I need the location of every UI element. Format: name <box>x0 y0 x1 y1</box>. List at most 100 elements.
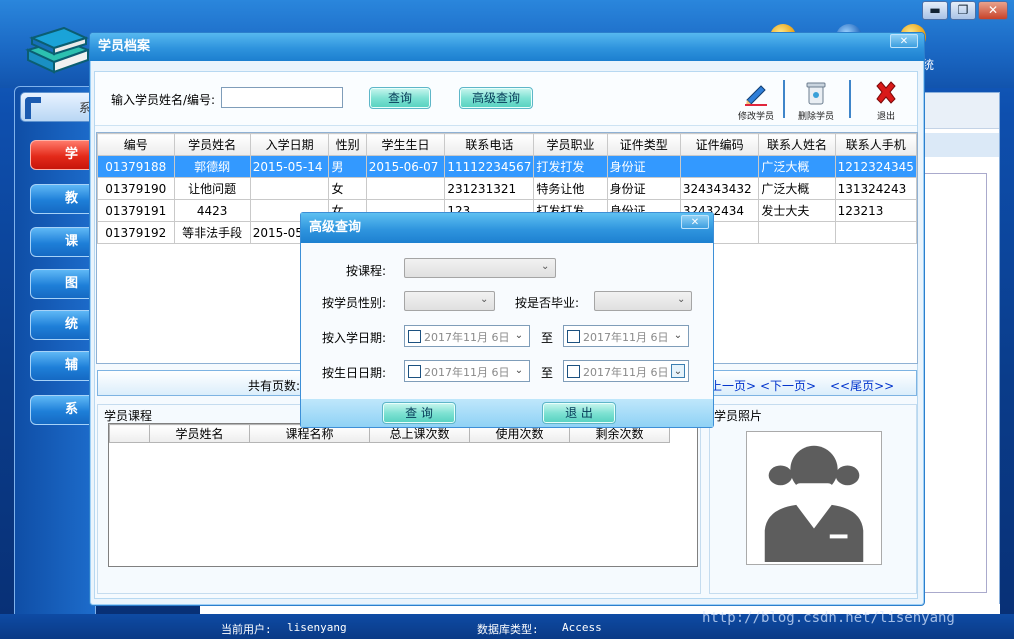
enroll-to-value: 2017年11月 6日 <box>583 331 669 344</box>
chevron-down-icon: ⌄ <box>541 261 550 272</box>
column-header[interactable]: 学生生日 <box>365 133 446 156</box>
nav-item-student[interactable]: 学 <box>30 140 96 170</box>
avatar-placeholder-icon <box>764 445 864 563</box>
chevron-down-icon: ⌄ <box>677 294 686 305</box>
enroll-date-from[interactable]: 2017年11月 6日 ⌄ <box>404 325 530 347</box>
column-header[interactable]: 证件编码 <box>679 133 760 156</box>
watermark-url: http://blog.csdn.net/lisenyang <box>702 610 955 626</box>
birth-date-to[interactable]: 2017年11月 6日 ⌄ <box>563 360 689 382</box>
chevron-down-icon[interactable]: ⌄ <box>671 329 685 343</box>
table-cell: 01379190 <box>97 177 175 200</box>
birth-from-checkbox[interactable] <box>408 365 421 378</box>
status-db-value: Access <box>562 621 602 634</box>
status-user-label: 当前用户: <box>221 623 272 636</box>
course-column-header[interactable] <box>109 424 150 443</box>
table-cell: 广泛大概 <box>758 155 836 178</box>
column-header[interactable]: 证件类型 <box>606 133 681 156</box>
adv-dialog-title: 高级查询 <box>309 220 362 235</box>
column-header[interactable]: 入学日期 <box>249 133 330 156</box>
chevron-down-icon[interactable]: ⌄ <box>512 329 526 343</box>
course-panel-label: 学员课程 <box>104 409 153 423</box>
trash-icon <box>806 82 826 105</box>
edit-student-button[interactable]: 修改学员 <box>729 78 783 122</box>
table-cell: 广泛大概 <box>758 177 836 200</box>
table-cell: 1212324345 <box>834 155 917 178</box>
enroll-to-label: 至 <box>541 331 554 345</box>
table-cell: 身份证 <box>606 177 681 200</box>
nav-item-system[interactable]: 系 <box>30 395 96 425</box>
toolbar-separator <box>849 80 851 118</box>
delete-student-button[interactable]: 删除学员 <box>789 78 843 122</box>
adv-dialog-close-button[interactable]: ✕ <box>681 215 709 229</box>
close-window-button[interactable]: ✕ <box>978 1 1008 20</box>
table-header-row: 编号 学员姓名 入学日期 性别 学生生日 联系电话 学员职业 证件类型 证件编码 联系人姓名 联系人… <box>97 133 917 156</box>
enroll-from-checkbox[interactable] <box>408 330 421 343</box>
column-header[interactable]: 学员姓名 <box>173 133 251 156</box>
table-cell: 打发打发 <box>533 155 608 178</box>
graduated-select[interactable]: ⌄ <box>594 291 692 311</box>
archive-close-button[interactable]: ✕ <box>890 34 918 48</box>
column-header[interactable]: 联系人手机 <box>834 133 917 156</box>
birth-date-from[interactable]: 2017年11月 6日 ⌄ <box>404 360 530 382</box>
left-top-tab[interactable]: 系 <box>20 92 94 122</box>
gender-select[interactable]: ⌄ <box>404 291 495 311</box>
table-cell: 2015-05-14 <box>249 155 330 178</box>
maximize-button[interactable]: ❐ <box>950 1 976 20</box>
adv-query-submit-button[interactable]: 查 询 <box>382 402 456 424</box>
nav-item-teacher[interactable]: 教 <box>30 184 96 214</box>
exit-button[interactable]: 退出 <box>859 78 913 122</box>
table-row[interactable]: 01379190 让他问题 女 231231321 特务让他 身份证 324343432 广泛… <box>97 177 917 200</box>
enroll-to-checkbox[interactable] <box>567 330 580 343</box>
prev-page-link[interactable]: 上一页> <box>710 377 756 394</box>
chevron-down-icon: ⌄ <box>480 294 489 305</box>
birth-to-checkbox[interactable] <box>567 365 580 378</box>
birth-date-label: 按生日日期: <box>322 366 387 380</box>
next-page-link[interactable]: <下一页> <box>760 377 816 394</box>
chevron-down-icon[interactable]: ⌄ <box>671 364 685 378</box>
toolbar-separator <box>783 80 785 118</box>
exit-label: 退出 <box>876 112 895 122</box>
graduated-filter-label: 按是否毕业: <box>515 296 580 310</box>
table-cell <box>834 221 917 244</box>
table-cell: 11112234567 <box>444 155 535 178</box>
adv-exit-button[interactable]: 退 出 <box>542 402 616 424</box>
table-cell <box>758 221 836 244</box>
last-page-link[interactable]: <<尾页>> <box>830 377 894 394</box>
advanced-query-button[interactable]: 高级查询 <box>459 87 533 109</box>
table-cell: 让他问题 <box>173 177 251 200</box>
nav-item-chart[interactable]: 图 <box>30 269 96 299</box>
birth-to-value: 2017年11月 6日 <box>583 366 669 379</box>
photo-frame[interactable] <box>746 431 882 565</box>
nav-item-course[interactable]: 课 <box>30 227 96 257</box>
table-cell: 231231321 <box>444 177 535 200</box>
query-button[interactable]: 查询 <box>369 87 431 109</box>
status-user-value: lisenyang <box>287 621 347 634</box>
column-header[interactable]: 编号 <box>97 133 175 156</box>
student-course-panel: 学员课程 学员姓名 课程名称 总上课次数 使用次数 剩余次数 <box>97 404 701 594</box>
archive-title-bar[interactable]: 学员档案 <box>90 33 924 61</box>
adv-dialog-title-bar[interactable]: 高级查询 <box>301 213 713 243</box>
nav-item-stats[interactable]: 统 <box>30 310 96 340</box>
chevron-down-icon[interactable]: ⌄ <box>512 364 526 378</box>
minimize-button[interactable]: ▬ <box>922 1 948 20</box>
birth-to-label: 至 <box>541 366 554 380</box>
search-input[interactable] <box>221 87 343 108</box>
table-cell <box>249 177 330 200</box>
column-header[interactable]: 联系人姓名 <box>758 133 836 156</box>
course-column-header[interactable]: 学员姓名 <box>149 424 250 443</box>
pencil-icon <box>745 85 767 106</box>
table-cell: 女 <box>328 177 367 200</box>
column-header[interactable]: 学员职业 <box>533 133 608 156</box>
delete-student-label: 删除学员 <box>797 112 834 122</box>
nav-item-aux[interactable]: 辅 <box>30 351 96 381</box>
edit-student-label: 修改学员 <box>737 112 774 122</box>
enroll-date-to[interactable]: 2017年11月 6日 ⌄ <box>563 325 689 347</box>
column-header[interactable]: 性别 <box>328 133 367 156</box>
column-header[interactable]: 联系电话 <box>444 133 535 156</box>
search-toolbar: 输入学员姓名/编号: 查询 高级查询 修改学员 删除学员 退出 <box>95 72 917 126</box>
enroll-from-value: 2017年11月 6日 <box>424 331 510 344</box>
course-grid[interactable]: 学员姓名 课程名称 总上课次数 使用次数 剩余次数 <box>108 423 698 567</box>
course-select[interactable]: ⌄ <box>404 258 556 278</box>
table-row[interactable]: 01379188 郭德纲 2015-05-14 男 2015-06-07 11112234… <box>97 155 917 178</box>
table-cell: 特务让他 <box>533 177 608 200</box>
